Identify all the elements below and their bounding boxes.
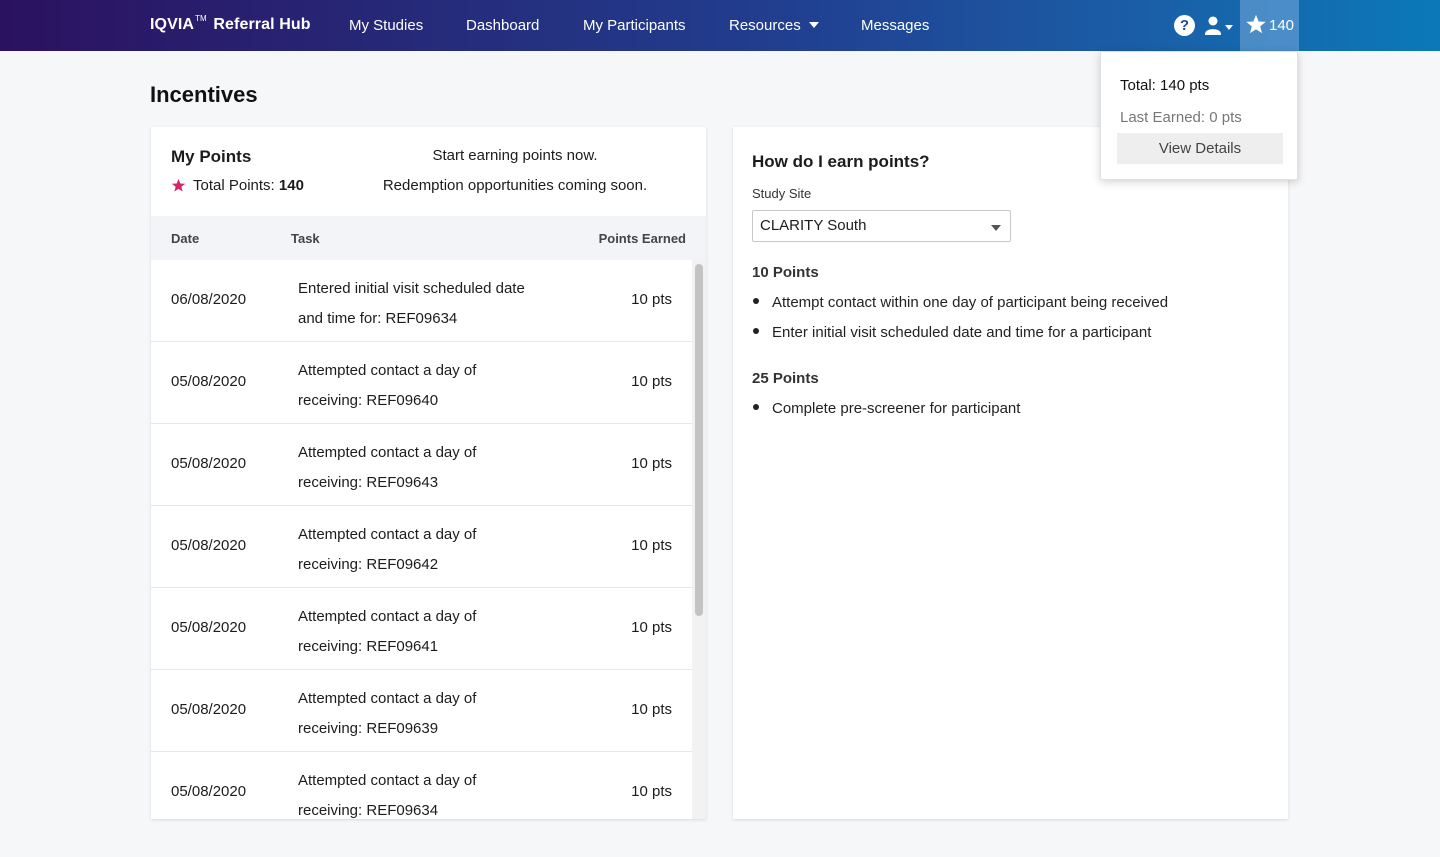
star-icon xyxy=(171,178,186,192)
brand-product: Referral Hub xyxy=(213,16,311,33)
brand-name: IQVIA xyxy=(150,16,195,33)
row-points: 10 pts xyxy=(631,783,672,800)
row-date: 05/08/2020 xyxy=(171,455,247,472)
row-task: Attempted contact a day of receiving: RE… xyxy=(298,772,477,819)
study-site-label: Study Site xyxy=(752,186,812,201)
row-date: 05/08/2020 xyxy=(171,783,247,800)
nav-messages[interactable]: Messages xyxy=(861,17,929,34)
top-nav: IQVIATM Referral Hub My Studies Dashboar… xyxy=(0,0,1440,51)
earning-message: Start earning points now. xyxy=(432,147,598,164)
table-scrollbar[interactable] xyxy=(692,260,706,819)
nav-dashboard[interactable]: Dashboard xyxy=(466,17,539,34)
nav-my-participants[interactable]: My Participants xyxy=(583,17,686,34)
redemption-message: Redemption opportunities coming soon. xyxy=(382,177,648,194)
tier-10-item: Enter initial visit scheduled date and t… xyxy=(753,324,1151,341)
view-details-button[interactable]: View Details xyxy=(1117,133,1283,164)
study-site-value: CLARITY South xyxy=(760,217,867,234)
row-task: Entered initial visit scheduled date and… xyxy=(298,280,525,327)
brand-logo[interactable]: IQVIATM Referral Hub xyxy=(150,14,311,34)
table-row: 05/08/2020 Attempted contact a day of re… xyxy=(151,342,692,424)
row-task: Attempted contact a day of receiving: RE… xyxy=(298,444,477,491)
star-icon xyxy=(1246,14,1266,34)
column-header-task: Task xyxy=(291,231,320,246)
chevron-down-icon xyxy=(808,22,819,29)
points-badge[interactable]: 140 xyxy=(1240,0,1299,51)
table-row: 05/08/2020 Attempted contact a day of re… xyxy=(151,506,692,588)
points-popover: Total: 140 pts Last Earned: 0 pts View D… xyxy=(1100,51,1298,180)
row-points: 10 pts xyxy=(631,455,672,472)
table-row: 05/08/2020 Attempted contact a day of re… xyxy=(151,588,692,670)
row-task: Attempted contact a day of receiving: RE… xyxy=(298,362,477,409)
row-task: Attempted contact a day of receiving: RE… xyxy=(298,608,477,655)
column-header-points: Points Earned xyxy=(598,231,686,246)
total-points: Total Points: 140 xyxy=(171,177,304,194)
nav-my-studies[interactable]: My Studies xyxy=(349,17,423,34)
row-date: 05/08/2020 xyxy=(171,537,247,554)
page-title: Incentives xyxy=(150,82,258,107)
chevron-down-icon xyxy=(991,225,1001,231)
row-date: 06/08/2020 xyxy=(171,291,247,308)
table-row: 06/08/2020 Entered initial visit schedul… xyxy=(151,260,692,342)
study-site-select[interactable]: CLARITY South xyxy=(752,210,1011,242)
popover-total: Total: 140 pts xyxy=(1120,77,1210,94)
row-points: 10 pts xyxy=(631,291,672,308)
row-task: Attempted contact a day of receiving: RE… xyxy=(298,526,477,573)
row-points: 10 pts xyxy=(631,701,672,718)
table-row: 05/08/2020 Attempted contact a day of re… xyxy=(151,670,692,752)
user-icon xyxy=(1205,16,1233,35)
row-date: 05/08/2020 xyxy=(171,701,247,718)
user-menu[interactable] xyxy=(1204,14,1238,38)
row-points: 10 pts xyxy=(631,619,672,636)
nav-resources[interactable]: Resources xyxy=(729,17,819,34)
table-row: 05/08/2020 Attempted contact a day of re… xyxy=(151,424,692,506)
my-points-card: My Points Total Points: 140 Start earnin… xyxy=(151,127,706,819)
row-date: 05/08/2020 xyxy=(171,373,247,390)
tier-25-item: Complete pre-screener for participant xyxy=(753,400,1020,417)
brand-tm: TM xyxy=(195,14,207,23)
my-points-title: My Points xyxy=(171,147,252,166)
earn-points-card: How do I earn points? Study Site CLARITY… xyxy=(733,127,1288,819)
tier-10-title: 10 Points xyxy=(752,264,819,281)
points-table-header: Date Task Points Earned xyxy=(151,216,706,260)
scrollbar-thumb[interactable] xyxy=(695,264,703,616)
total-points-value: 140 xyxy=(278,177,304,194)
row-points: 10 pts xyxy=(631,373,672,390)
nav-resources-label: Resources xyxy=(729,17,801,34)
row-points: 10 pts xyxy=(631,537,672,554)
help-icon[interactable]: ? xyxy=(1174,15,1195,36)
column-header-date: Date xyxy=(171,231,200,246)
points-table-body: 06/08/2020 Entered initial visit schedul… xyxy=(151,260,692,819)
table-row: 05/08/2020 Attempted contact a day of re… xyxy=(151,752,692,819)
popover-last-earned: Last Earned: 0 pts xyxy=(1120,109,1242,126)
points-badge-count: 140 xyxy=(1269,17,1295,34)
tier-25-title: 25 Points xyxy=(752,370,819,387)
earn-points-title: How do I earn points? xyxy=(752,152,930,171)
row-task: Attempted contact a day of receiving: RE… xyxy=(298,690,477,737)
tier-10-item: Attempt contact within one day of partic… xyxy=(753,294,1168,311)
row-date: 05/08/2020 xyxy=(171,619,247,636)
total-points-label: Total Points: xyxy=(193,177,279,194)
